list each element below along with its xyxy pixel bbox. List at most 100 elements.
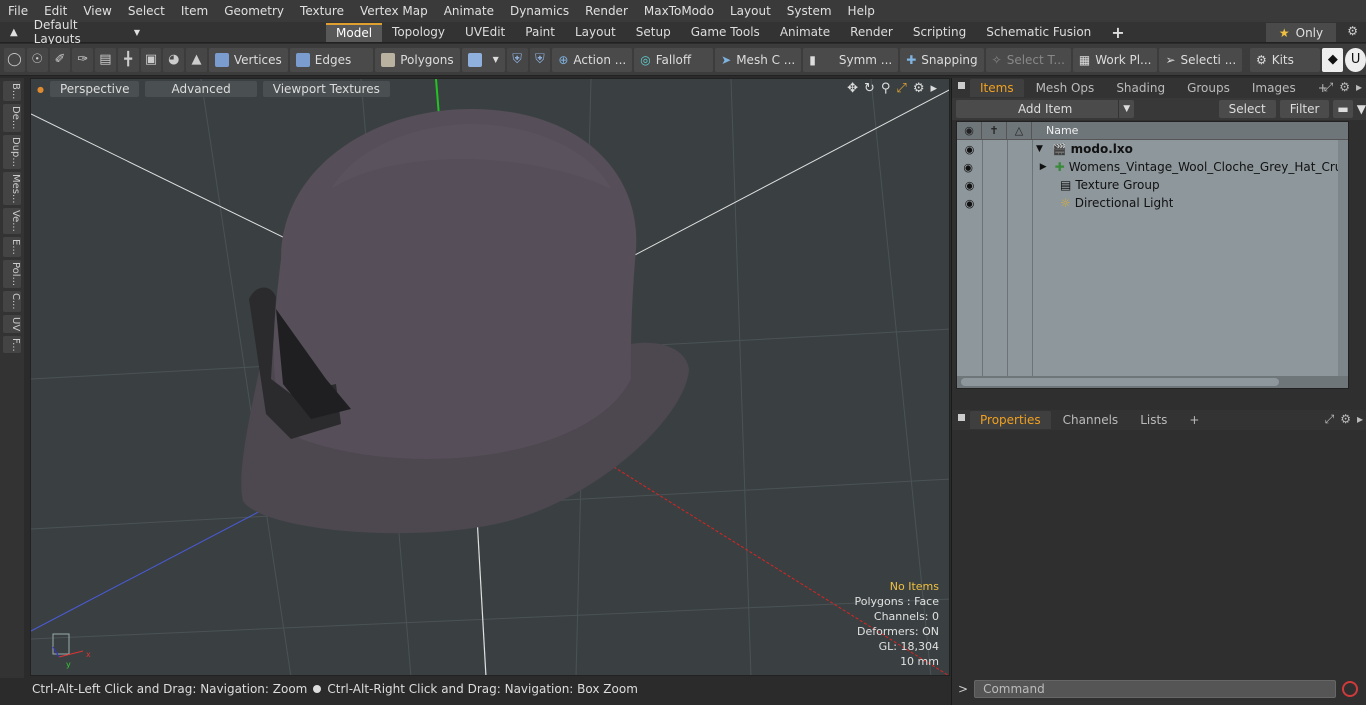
collapse-icon[interactable]: ▬: [1333, 100, 1353, 118]
viewport-tab-viewport-textures[interactable]: Viewport Textures: [262, 81, 390, 97]
tab-layout[interactable]: Layout: [565, 23, 626, 42]
mesh-constraints-button[interactable]: ➤ Mesh C ...: [715, 47, 802, 72]
menu-system[interactable]: System: [779, 4, 840, 18]
menu-geometry[interactable]: Geometry: [216, 4, 292, 18]
left-tab-uv[interactable]: UV: [3, 314, 21, 333]
menu-vertex-map[interactable]: Vertex Map: [352, 4, 436, 18]
material-mode-button[interactable]: ▼: [461, 47, 505, 72]
circle-select-icon[interactable]: ◯: [4, 47, 25, 72]
panel-gear-icon[interactable]: ⚙: [1340, 412, 1351, 427]
panel-menu-icon[interactable]: [958, 414, 965, 421]
tree-row-texture-group[interactable]: ◉ ▤ Texture Group: [957, 176, 1348, 194]
action-center-button[interactable]: ⊕ Action ...: [552, 47, 633, 72]
expand-triangle-icon[interactable]: ▼: [1036, 144, 1043, 154]
tab-images[interactable]: Images: [1242, 79, 1306, 97]
eye-icon[interactable]: ◉: [957, 158, 979, 176]
menu-render[interactable]: Render: [577, 4, 636, 18]
item-tree[interactable]: ◉ ✝ △ Name ◉ ▼ 🎬 modo.lxo ◉ ▶ ✚ Womens_V…: [956, 121, 1349, 389]
eye-icon[interactable]: ◉: [957, 194, 982, 212]
viewport-expand-arrow-icon[interactable]: ▸: [930, 81, 937, 96]
tab-scripting[interactable]: Scripting: [903, 23, 976, 42]
add-tab-icon[interactable]: +: [1101, 23, 1134, 42]
menu-help[interactable]: Help: [840, 4, 883, 18]
left-tab-vertex[interactable]: Ve...: [3, 208, 21, 235]
menu-select[interactable]: Select: [120, 4, 173, 18]
left-tab-duplicate[interactable]: Dup...: [3, 134, 21, 169]
collapse-triangle-icon[interactable]: ▶: [1040, 162, 1047, 172]
menu-maxtomodo[interactable]: MaxToModo: [636, 4, 722, 18]
menu-animate[interactable]: Animate: [436, 4, 502, 18]
type-column-icon[interactable]: △: [1007, 121, 1032, 140]
maximize-view-icon[interactable]: ⤢: [896, 81, 906, 96]
tree-row-directional-light[interactable]: ◉ ☼ Directional Light: [957, 194, 1348, 212]
add-panel-tab-icon[interactable]: +: [1179, 411, 1209, 429]
menu-view[interactable]: View: [75, 4, 119, 18]
tree-row-mesh[interactable]: ◉ ▶ ✚ Womens_Vintage_Wool_Cloche_Grey_Ha…: [957, 158, 1348, 176]
viewport-tab-advanced[interactable]: Advanced: [145, 81, 257, 97]
3d-viewport[interactable]: x y ● Perspective Advanced Viewport Text…: [30, 78, 950, 676]
left-tab-deform[interactable]: De...: [3, 104, 21, 132]
tab-uvedit[interactable]: UVEdit: [455, 23, 515, 42]
left-tab-curve[interactable]: C...: [3, 290, 21, 312]
eye-icon[interactable]: ◉: [957, 140, 982, 158]
tab-lists[interactable]: Lists: [1130, 411, 1177, 429]
expand-panel-icon[interactable]: ⤢: [1324, 80, 1334, 95]
tab-game-tools[interactable]: Game Tools: [681, 23, 770, 42]
expand-panel-icon[interactable]: ⤢: [1325, 412, 1335, 427]
tree-horizontal-scrollbar[interactable]: [957, 376, 1348, 388]
zoom-view-icon[interactable]: ⚲: [881, 81, 891, 96]
eye-icon[interactable]: ◉: [957, 176, 982, 194]
polygons-button[interactable]: Polygons: [375, 47, 460, 72]
tab-channels[interactable]: Channels: [1053, 411, 1129, 429]
symmetry-button[interactable]: ▮ Symm ...: [803, 47, 899, 72]
left-tab-mesh-edit[interactable]: Mes...: [3, 171, 21, 206]
only-button[interactable]: ★ Only: [1266, 23, 1336, 42]
filter-funnel-icon[interactable]: ▼: [1357, 102, 1366, 116]
viewport-menu-dot-icon[interactable]: ●: [37, 85, 44, 94]
align-icon[interactable]: ▤: [95, 47, 116, 72]
panel-menu-icon[interactable]: [958, 82, 965, 89]
select-through-button[interactable]: ✧ Select T...: [985, 47, 1071, 72]
left-tab-basic[interactable]: B...: [3, 81, 21, 102]
record-icon[interactable]: [1342, 681, 1359, 697]
center-icon[interactable]: ╋: [117, 47, 139, 72]
brush-icon[interactable]: ✑: [72, 47, 94, 72]
unity-icon[interactable]: ◆: [1322, 47, 1344, 72]
move-view-icon[interactable]: ✥: [847, 81, 858, 96]
panel-arrow-icon[interactable]: ▸: [1357, 412, 1363, 427]
command-input[interactable]: Command: [974, 680, 1337, 698]
selection-sets-button[interactable]: ➢ Selecti ...: [1159, 47, 1243, 72]
item-mode-icon[interactable]: ▲: [186, 47, 207, 72]
timer-icon[interactable]: ◕: [163, 47, 185, 72]
vertices-button[interactable]: Vertices: [208, 47, 288, 72]
menu-file[interactable]: File: [0, 4, 36, 18]
globe-icon[interactable]: ☉: [26, 47, 48, 72]
layout-up-icon[interactable]: ▲: [10, 27, 18, 38]
tab-setup[interactable]: Setup: [626, 23, 681, 42]
tab-schematic-fusion[interactable]: Schematic Fusion: [976, 23, 1101, 42]
menu-dynamics[interactable]: Dynamics: [502, 4, 577, 18]
snapping-button[interactable]: ✚ Snapping: [900, 47, 984, 72]
tab-items[interactable]: Items: [970, 79, 1024, 97]
layout-select[interactable]: ▲ Default Layouts ▼: [0, 18, 140, 46]
panel-arrow-icon[interactable]: ▸: [1356, 80, 1362, 95]
lock-column-icon[interactable]: ✝: [982, 121, 1007, 140]
visibility-column-eye-icon[interactable]: ◉: [957, 121, 982, 140]
falloff-button[interactable]: ◎ Falloff: [634, 47, 714, 72]
tab-groups[interactable]: Groups: [1177, 79, 1240, 97]
panel-gear-icon[interactable]: ⚙: [1339, 80, 1350, 95]
work-plane-button[interactable]: ▦ Work Pl...: [1072, 47, 1158, 72]
tab-render[interactable]: Render: [840, 23, 903, 42]
chevron-down-icon[interactable]: ▼: [1118, 100, 1134, 118]
tab-shading[interactable]: Shading: [1106, 79, 1175, 97]
frame-icon[interactable]: ▣: [140, 47, 162, 72]
filter-button[interactable]: Filter: [1279, 100, 1330, 118]
rotate-view-icon[interactable]: ↻: [864, 81, 875, 96]
tab-mesh-ops[interactable]: Mesh Ops: [1026, 79, 1105, 97]
tab-model[interactable]: Model: [326, 22, 383, 42]
viewport-gear-icon[interactable]: ⚙: [913, 81, 925, 96]
symmetry-shield-icon[interactable]: ⛨: [506, 47, 528, 72]
menu-texture[interactable]: Texture: [292, 4, 352, 18]
scroll-thumb[interactable]: [961, 378, 1279, 386]
kits-button[interactable]: ⚙ Kits: [1249, 47, 1321, 72]
